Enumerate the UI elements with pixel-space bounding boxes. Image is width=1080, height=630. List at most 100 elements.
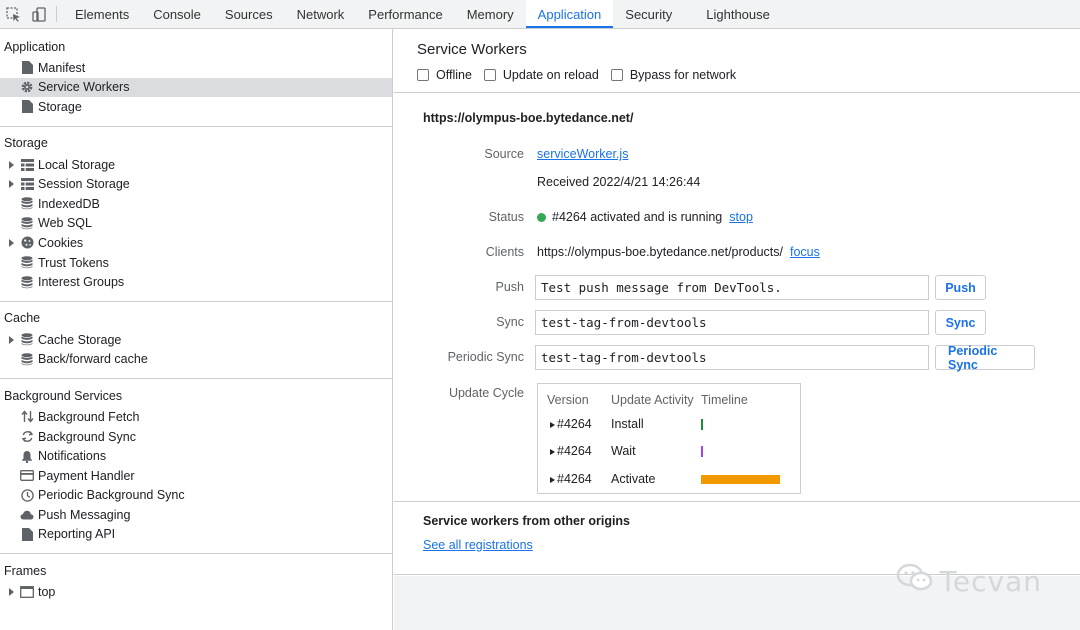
timeline-bar bbox=[701, 446, 703, 457]
tab-application[interactable]: Application bbox=[525, 0, 614, 28]
tab-elements[interactable]: Elements bbox=[63, 0, 141, 28]
expand-arrow-icon[interactable] bbox=[9, 588, 14, 597]
offline-checkbox[interactable]: Offline bbox=[417, 68, 472, 82]
source-value: serviceWorker.js bbox=[537, 147, 628, 161]
frame-icon bbox=[20, 585, 34, 599]
device-toolbar-icon[interactable] bbox=[26, 0, 52, 28]
update-cycle-label: Update Cycle bbox=[448, 386, 524, 400]
sidebar-item-label: Background Sync bbox=[38, 429, 136, 444]
sidebar-item-reporting-api[interactable]: Reporting API bbox=[0, 525, 392, 545]
sidebar-item-indexeddb[interactable]: IndexedDB bbox=[0, 194, 392, 214]
sidebar-item-local-storage[interactable]: Local Storage bbox=[0, 155, 392, 175]
sidebar-item-label: Local Storage bbox=[38, 157, 116, 172]
sidebar-item-label: Periodic Background Sync bbox=[38, 488, 185, 503]
status-text: #4264 activated and is running bbox=[552, 210, 723, 224]
sidebar-item-label: Web SQL bbox=[38, 216, 92, 231]
database-icon bbox=[20, 275, 34, 289]
inspect-element-icon[interactable] bbox=[0, 0, 26, 28]
stop-link[interactable]: stop bbox=[729, 210, 753, 224]
sync-button[interactable]: Sync bbox=[935, 310, 986, 335]
sidebar-item-notifications[interactable]: Notifications bbox=[0, 446, 392, 466]
sidebar-item-push-messaging[interactable]: Push Messaging bbox=[0, 505, 392, 525]
push-message-input[interactable]: Test push message from DevTools. bbox=[535, 275, 929, 300]
expand-arrow-icon[interactable] bbox=[550, 422, 555, 428]
gear-icon bbox=[20, 80, 34, 94]
watermark-text: Tecvan bbox=[939, 565, 1042, 598]
push-label: Push bbox=[495, 280, 525, 294]
sidebar-item-background-sync[interactable]: Background Sync bbox=[0, 427, 392, 447]
sidebar-item-trust-tokens[interactable]: Trust Tokens bbox=[0, 253, 392, 273]
sidebar-section-title: Storage bbox=[4, 136, 48, 151]
row-activity: Install bbox=[611, 417, 644, 431]
sidebar-item-web-sql[interactable]: Web SQL bbox=[0, 214, 392, 234]
update-on-reload-checkbox[interactable]: Update on reload bbox=[483, 68, 599, 82]
sidebar-item-storage[interactable]: Storage bbox=[0, 97, 392, 117]
expand-arrow-icon[interactable] bbox=[9, 238, 14, 247]
service-worker-entry: https://olympus-boe.bytedance.net/ Sourc… bbox=[394, 93, 1080, 502]
tab-console[interactable]: Console bbox=[141, 0, 213, 28]
expand-arrow-icon[interactable] bbox=[550, 449, 555, 455]
bypass-for-network-checkbox[interactable]: Bypass for network bbox=[610, 68, 737, 82]
other-origins-title: Service workers from other origins bbox=[423, 514, 631, 528]
sidebar-item-background-fetch[interactable]: Background Fetch bbox=[0, 407, 392, 427]
worker-origin: https://olympus-boe.bytedance.net/ bbox=[423, 111, 634, 125]
bypass-label: Bypass for network bbox=[629, 68, 737, 82]
sidebar-item-label: Cache Storage bbox=[38, 332, 122, 347]
sidebar-section-title: Background Services bbox=[4, 388, 123, 403]
checkbox-box[interactable] bbox=[610, 69, 623, 81]
sidebar-item-label: Trust Tokens bbox=[38, 255, 109, 270]
periodic-sync-label: Periodic Sync bbox=[447, 350, 524, 364]
sidebar-item-periodic-background-sync[interactable]: Periodic Background Sync bbox=[0, 486, 392, 506]
table-row[interactable]: #4264 Activate bbox=[538, 470, 800, 490]
sidebar-item-label: Interest Groups bbox=[38, 275, 125, 290]
see-all-registrations-link[interactable]: See all registrations bbox=[423, 538, 533, 552]
arrows-updown-icon bbox=[20, 410, 34, 424]
tab-memory[interactable]: Memory bbox=[455, 0, 526, 28]
source-link[interactable]: serviceWorker.js bbox=[537, 147, 628, 161]
sidebar-item-label: Cookies bbox=[38, 235, 84, 250]
checkbox-box[interactable] bbox=[483, 69, 496, 81]
sidebar-item-back-forward-cache[interactable]: Back/forward cache bbox=[0, 350, 392, 370]
row-version: #4264 bbox=[557, 444, 592, 458]
table-row[interactable]: #4264 Install bbox=[538, 415, 800, 435]
tab-lighthouse[interactable]: Lighthouse bbox=[694, 0, 782, 28]
sidebar-item-cache-storage[interactable]: Cache Storage bbox=[0, 330, 392, 350]
status-dot bbox=[537, 212, 546, 222]
tab-security[interactable]: Security bbox=[613, 0, 684, 28]
table-row[interactable]: #4264 Wait bbox=[538, 442, 800, 462]
sidebar-section-title: Cache bbox=[4, 311, 41, 326]
sync-tag-input[interactable]: test-tag-from-devtools bbox=[535, 310, 929, 335]
update-on-reload-label: Update on reload bbox=[502, 68, 599, 82]
push-button[interactable]: Push bbox=[935, 275, 986, 300]
sidebar-item-payment-handler[interactable]: Payment Handler bbox=[0, 466, 392, 486]
tab-performance[interactable]: Performance bbox=[356, 0, 454, 28]
database-icon bbox=[20, 256, 34, 270]
expand-arrow-icon[interactable] bbox=[550, 477, 555, 483]
sidebar-item-interest-groups[interactable]: Interest Groups bbox=[0, 272, 392, 292]
tab-network[interactable]: Network bbox=[285, 0, 357, 28]
database-icon bbox=[20, 352, 34, 366]
focus-link[interactable]: focus bbox=[790, 245, 820, 259]
sidebar-section-title: Frames bbox=[4, 563, 47, 578]
sidebar-item-frame-top[interactable]: top bbox=[0, 582, 392, 602]
expand-arrow-icon[interactable] bbox=[9, 180, 14, 189]
client-url: https://olympus-boe.bytedance.net/produc… bbox=[537, 245, 783, 259]
application-sidebar: Application Manifest Service Workers Sto… bbox=[0, 29, 393, 630]
database-icon bbox=[20, 197, 34, 211]
grid-icon bbox=[20, 158, 34, 172]
file-icon bbox=[20, 100, 34, 114]
file-icon bbox=[20, 61, 34, 75]
sidebar-item-service-workers[interactable]: Service Workers bbox=[0, 77, 392, 98]
expand-arrow-icon[interactable] bbox=[9, 335, 14, 344]
expand-arrow-icon[interactable] bbox=[9, 160, 14, 169]
grid-icon bbox=[20, 177, 34, 191]
periodic-sync-button[interactable]: Periodic Sync bbox=[935, 344, 1035, 372]
sidebar-section-frames: Frames top bbox=[0, 554, 392, 611]
update-cycle-table: Version Update Activity Timeline #4264 I… bbox=[537, 383, 801, 494]
sidebar-item-manifest[interactable]: Manifest bbox=[0, 58, 392, 78]
tab-sources[interactable]: Sources bbox=[213, 0, 285, 28]
sidebar-item-cookies[interactable]: Cookies bbox=[0, 233, 392, 253]
periodic-sync-tag-input[interactable]: test-tag-from-devtools bbox=[535, 345, 929, 370]
sidebar-item-session-storage[interactable]: Session Storage bbox=[0, 174, 392, 194]
checkbox-box[interactable] bbox=[417, 69, 429, 81]
